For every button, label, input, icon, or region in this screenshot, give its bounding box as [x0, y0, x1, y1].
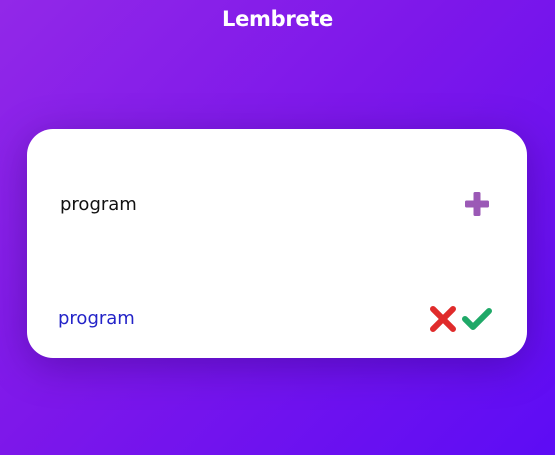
check-icon: [461, 303, 493, 335]
done-button[interactable]: [461, 303, 493, 335]
add-button[interactable]: [462, 189, 492, 219]
list-item: program: [27, 301, 527, 337]
plus-icon: [462, 189, 492, 219]
reminder-list: program: [27, 301, 527, 337]
item-text: program: [58, 308, 135, 329]
app-title: Lembrete: [221, 7, 334, 31]
cross-icon: [427, 303, 459, 335]
input-row: [27, 184, 527, 224]
delete-button[interactable]: [427, 303, 459, 335]
reminder-card: program: [27, 129, 527, 358]
reminder-input[interactable]: [60, 190, 440, 218]
